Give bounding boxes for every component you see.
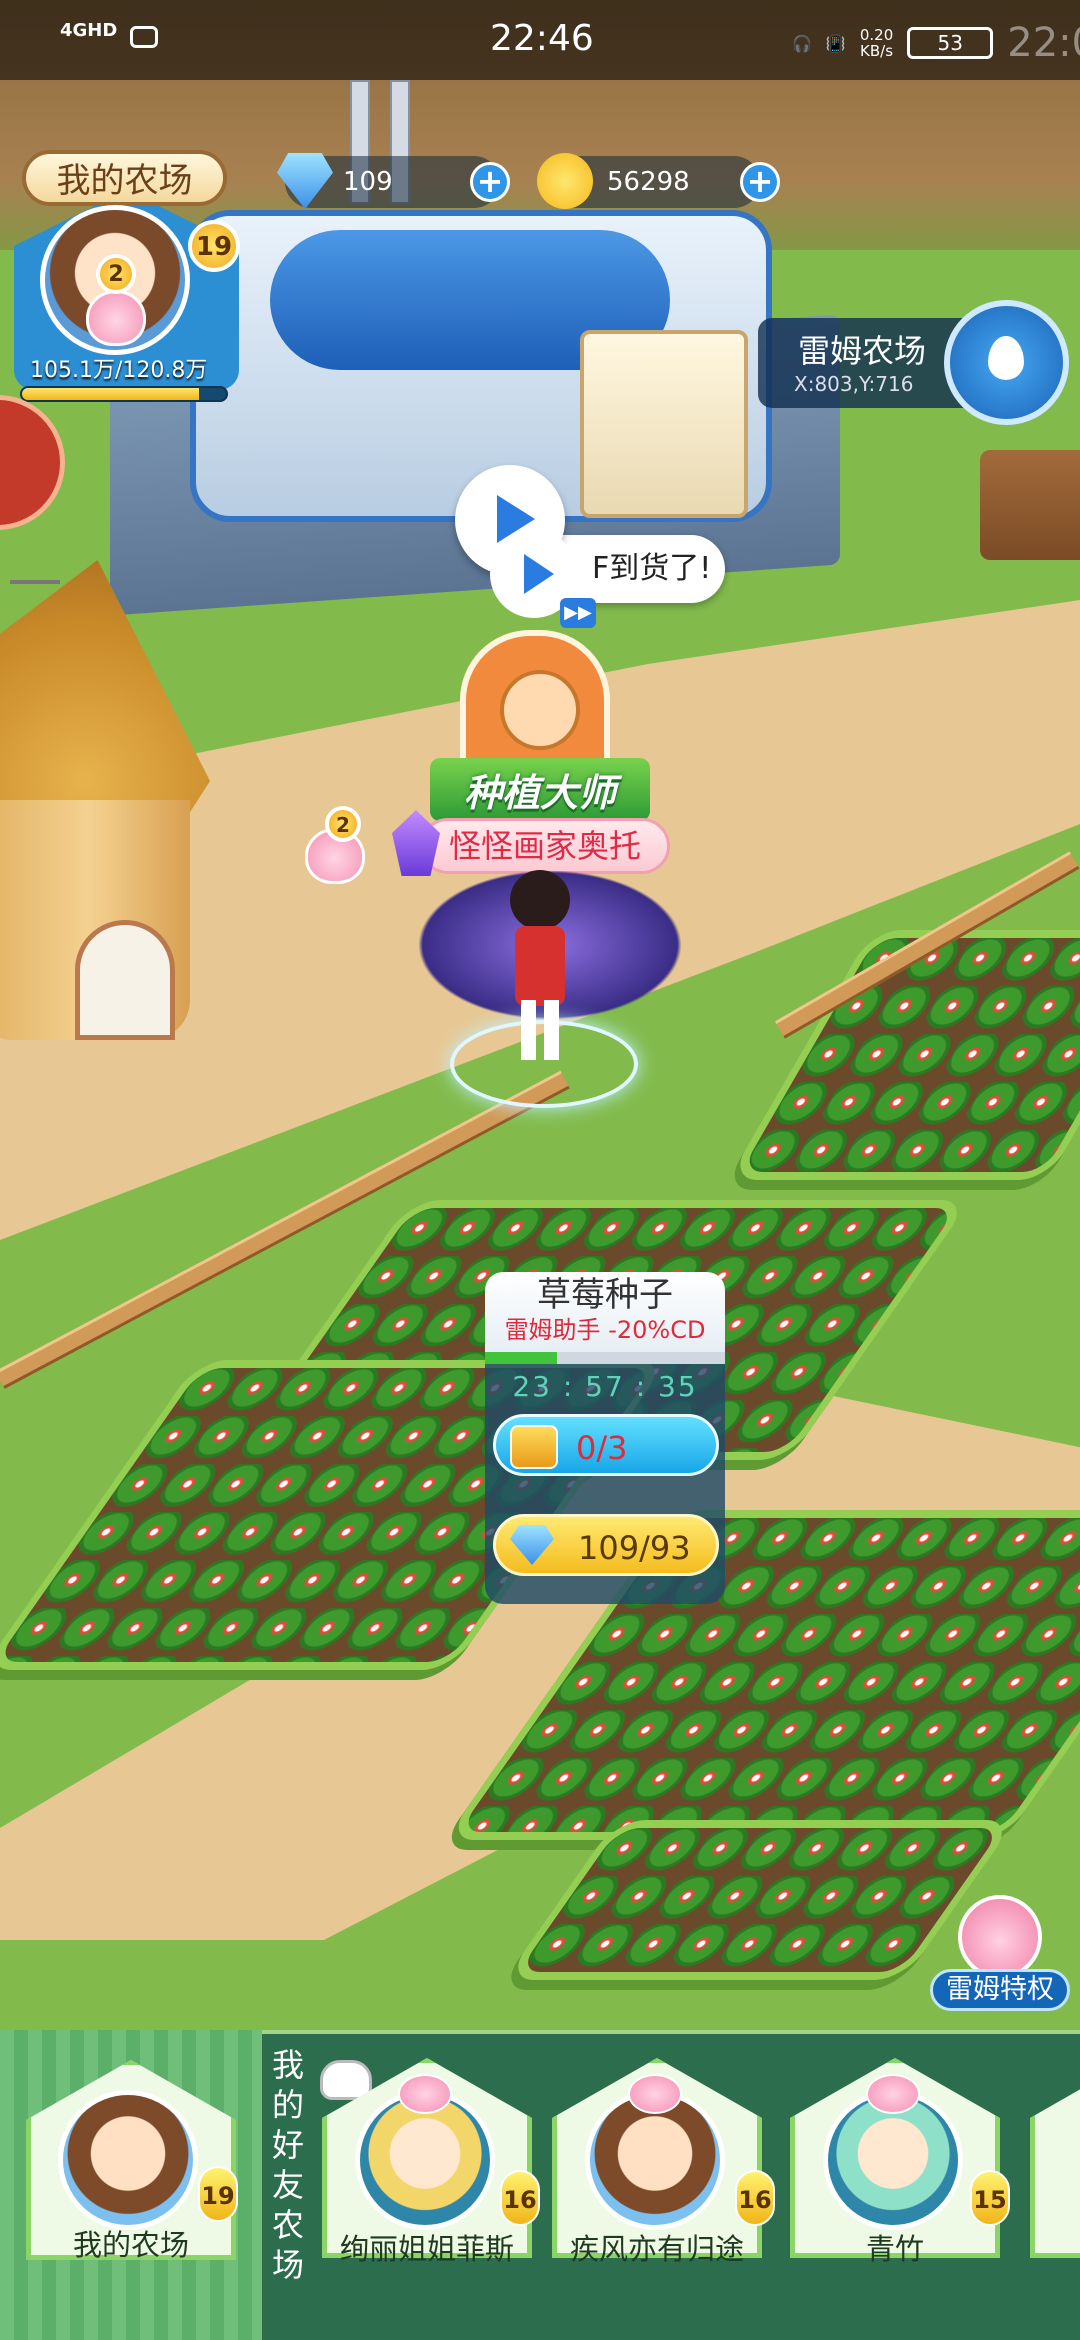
farm-coordinates: X:803,Y:716 (794, 372, 914, 396)
speedup-gem-button[interactable]: 109/93 (493, 1514, 719, 1576)
friends-title-char: 好 (271, 2126, 304, 2164)
popup-header: 草莓种子 雷姆助手 -20%CD (485, 1272, 725, 1352)
farmer-face-icon (500, 670, 580, 750)
growth-fill (485, 1352, 557, 1364)
friend-name: 疾风亦有归途 (569, 2232, 744, 2266)
coin-counter: 56298 (537, 153, 760, 209)
player-title: 种植大师 (430, 758, 650, 821)
my-farm-tag: 我的农场 (22, 150, 227, 206)
fast-forward-icon[interactable]: ▶▶ (560, 598, 596, 628)
my-farm-level: 19 (198, 2166, 238, 2222)
network-indicator: 4GHD (60, 20, 118, 41)
crop-info-popup: 草莓种子 雷姆助手 -20%CD 23 : 57 : 35 0/3 109/93 (485, 1272, 725, 1604)
exp-fill (22, 388, 200, 400)
add-coins-button[interactable]: + (740, 162, 780, 202)
friend-level: 15 (970, 2170, 1010, 2226)
pet-icon (958, 1895, 1042, 1979)
status-bar: 4GHD 22:46 🎧 📳 0.20 KB/s 53 22:08 (0, 0, 1080, 80)
map-pin-icon (988, 336, 1024, 380)
player-body (515, 926, 565, 1006)
player-head (510, 870, 570, 930)
player-character[interactable] (505, 870, 575, 1070)
crop-name: 草莓种子 (537, 1275, 673, 1315)
leim-privilege-button[interactable]: 雷姆特权 (930, 1895, 1070, 2015)
player-title-sign: 种植大师 (420, 630, 650, 840)
ghost-time: 22:08 (1007, 20, 1080, 66)
speed-unit: KB/s (860, 42, 894, 60)
map-button[interactable] (944, 300, 1069, 425)
exp-text: 105.1万/120.8万 (30, 358, 208, 383)
battery-icon: 53 (907, 27, 994, 59)
friend-level: 16 (735, 2170, 775, 2226)
my-farm-label: 我的农场 (72, 2228, 189, 2262)
headphones-icon: 🎧 (792, 33, 812, 53)
friend-pet-icon (866, 2074, 920, 2114)
game-scene[interactable]: 4GHD 22:46 🎧 📳 0.20 KB/s 53 22:08 我的农场 1… (0, 0, 1080, 2340)
exp-bar (20, 386, 228, 402)
player-pet-level: 2 (325, 806, 361, 842)
friends-title-char: 友 (271, 2166, 304, 2204)
farm-name: 雷姆农场 (798, 332, 927, 370)
growth-timer: 23 : 57 : 35 (512, 1370, 698, 1403)
building-door-panel (580, 330, 748, 518)
privilege-label: 雷姆特权 (930, 1969, 1070, 2011)
friends-title-char: 场 (271, 2246, 304, 2284)
box-count: 0/3 (576, 1429, 628, 1467)
weathervane-icon (10, 540, 60, 584)
add-gems-button[interactable]: + (470, 162, 510, 202)
gem-cost: 109/93 (578, 1529, 691, 1567)
friend-name: 绚丽姐姐菲斯 (339, 2232, 514, 2266)
network-speed: 0.20 KB/s (860, 27, 893, 59)
friend-level: 16 (500, 2170, 540, 2226)
battery-level: 53 (937, 31, 963, 55)
friend-pet-icon (628, 2074, 682, 2114)
player-legs (521, 1000, 559, 1060)
growth-progress (485, 1352, 725, 1364)
my-farm-avatar[interactable] (58, 2090, 198, 2230)
player-level-badge: 19 (188, 220, 240, 272)
gem-count: 109 (343, 167, 393, 197)
tv-icon (130, 26, 158, 48)
pet-icon (86, 290, 146, 346)
friends-title: 我 的 好 友 农 场 (268, 2045, 308, 2285)
clock: 22:46 (490, 18, 594, 59)
gem-icon (510, 1525, 554, 1565)
vibrate-icon: 📳 (825, 33, 846, 53)
speedup-box-button[interactable]: 0/3 (493, 1414, 719, 1476)
crop-bonus: 雷姆助手 -20%CD (504, 1316, 706, 1344)
pet-level-badge: 2 (96, 254, 136, 294)
friends-title-char: 我 (271, 2046, 304, 2084)
speech-text: F到货了! (592, 551, 712, 586)
hut-door (75, 920, 175, 1040)
coin-count: 56298 (607, 167, 690, 197)
friends-title-char: 农 (271, 2206, 304, 2244)
friends-title-char: 的 (271, 2086, 304, 2124)
market-stall[interactable] (980, 450, 1080, 560)
box-icon (510, 1425, 558, 1469)
friend-name: 青竹 (865, 2232, 924, 2266)
cat-coin-icon (537, 153, 593, 209)
friend-pet-icon (398, 2074, 452, 2114)
gem-counter: 109 (277, 153, 500, 209)
status-right: 🎧 📳 0.20 KB/s 53 22:08 (792, 20, 1080, 66)
